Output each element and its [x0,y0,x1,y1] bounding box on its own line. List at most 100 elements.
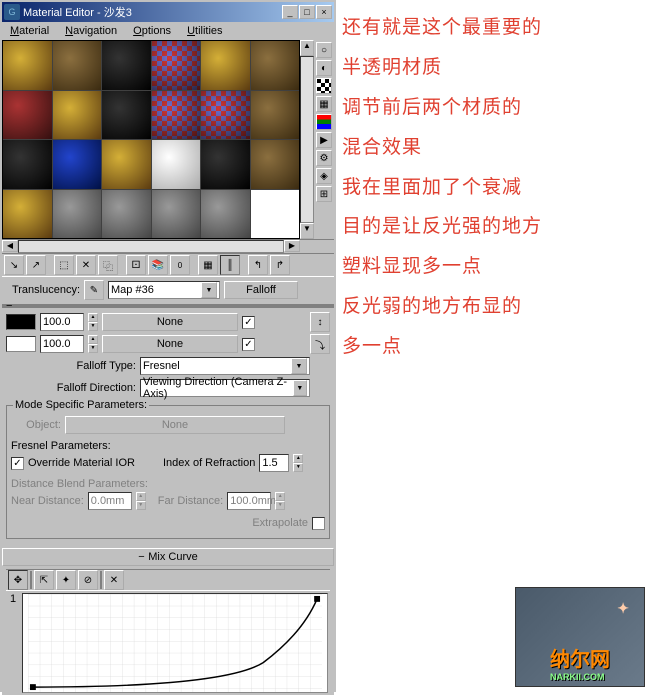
put-to-library-button[interactable]: 📚 [148,255,168,275]
sample-slot[interactable] [102,41,151,90]
menu-options[interactable]: Options [125,23,179,39]
spinner-arrows[interactable]: ▲▼ [88,335,98,353]
falloff-direction-dropdown[interactable]: Viewing Direction (Camera Z-Axis) [140,379,310,397]
ior-spinner[interactable]: 1.5 [259,454,289,472]
menu-material[interactable]: Material [2,23,57,39]
sample-slot[interactable] [53,91,102,140]
falloff-type-dropdown[interactable]: Fresnel [140,357,310,375]
minimize-button[interactable]: _ [282,5,298,19]
assign-to-selection-button[interactable]: ⬚ [54,255,74,275]
annotation-line: 塑料显现多一点 [342,247,644,287]
map-type-button[interactable]: Falloff [224,281,298,299]
sample-slot[interactable] [152,190,201,239]
color1-amount-spinner[interactable]: 100.0 [40,313,84,331]
material-id-button[interactable]: 0 [170,255,190,275]
material-editor-window: G Material Editor - 沙发3 _ □ × Material N… [0,0,336,692]
reset-button[interactable]: ✕ [76,255,96,275]
go-forward-button[interactable]: ↱ [270,255,290,275]
color1-swatch[interactable] [6,314,36,330]
sample-slot[interactable] [53,140,102,189]
get-material-button[interactable]: ↘ [4,255,24,275]
mix-curve-rollout[interactable]: Mix Curve [2,548,334,566]
sample-slot[interactable] [3,41,52,90]
spinner-arrows[interactable]: ▲▼ [88,313,98,331]
sample-scrollbar-horizontal[interactable]: ◀ ▶ [2,239,334,253]
mix-curve-graph[interactable] [22,593,328,693]
far-distance-spinner: 100.0mm [227,492,271,510]
close-button[interactable]: × [316,5,332,19]
annotation-line: 调节前后两个材质的 [342,88,644,128]
spinner-arrows[interactable]: ▲▼ [293,454,303,472]
title-bar[interactable]: G Material Editor - 沙发3 _ □ × [2,2,334,22]
put-to-scene-button[interactable]: ↗ [26,255,46,275]
sample-slot[interactable] [3,91,52,140]
sample-slots-area: ▲ ▼ ○ ◐ ▦ ▶ ⚙ ◈ ⊞ [2,40,334,239]
color2-amount-spinner[interactable]: 100.0 [40,335,84,353]
go-to-parent-button[interactable]: ↰ [248,255,268,275]
watermark-logo: 纳尔网 NARKII.COM [515,587,645,687]
color2-map-button[interactable]: None [102,335,238,353]
far-distance-label: Far Distance: [158,495,223,507]
main-toolbar: ↘ ↗ ⬚ ✕ ⿻ ⚀ 📚 0 ▦ ║ ↰ ↱ [2,253,334,277]
sample-uv-button[interactable]: ▦ [316,96,332,112]
sample-slot[interactable] [53,41,102,90]
sample-slot[interactable] [3,140,52,189]
sample-slot-selected[interactable] [251,190,300,239]
curve-y-axis-label: 1 [6,591,20,695]
show-end-result-button[interactable]: ║ [220,255,240,275]
annotation-line: 多一点 [342,327,644,367]
sample-slot[interactable] [102,190,151,239]
background-button[interactable] [316,78,332,94]
video-check-button[interactable] [316,114,332,130]
sample-slot[interactable] [251,140,300,189]
map-name-dropdown[interactable]: Map #36 [108,281,220,299]
ior-label: Index of Refraction [163,457,255,469]
sample-slot[interactable] [251,91,300,140]
curve-move-button[interactable]: ✥ [8,570,28,590]
sample-slot[interactable] [201,91,250,140]
near-distance-label: Near Distance: [11,495,84,507]
sample-slot[interactable] [201,190,250,239]
swap-colors-button[interactable]: ↕ [310,312,330,332]
show-in-viewport-button[interactable]: ▦ [198,255,218,275]
color1-map-button[interactable]: None [102,313,238,331]
curve-reset-button[interactable]: ✕ [104,570,124,590]
color1-enable-checkbox[interactable]: ✓ [242,316,255,329]
maximize-button[interactable]: □ [299,5,315,19]
make-preview-button[interactable]: ▶ [316,132,332,148]
options-button[interactable]: ⚙ [316,150,332,166]
menu-navigation[interactable]: Navigation [57,23,125,39]
pick-map-button[interactable]: ✎ [84,280,104,300]
sample-slot[interactable] [53,190,102,239]
sample-slot[interactable] [152,140,201,189]
sample-slot[interactable] [251,41,300,90]
sample-slot[interactable] [201,140,250,189]
curve-add-point-button[interactable]: ✦ [56,570,76,590]
curve-icon-button[interactable]: ⤵ [310,334,330,354]
select-by-material-button[interactable]: ◈ [316,168,332,184]
color2-enable-checkbox[interactable]: ✓ [242,338,255,351]
sample-slot[interactable] [102,140,151,189]
app-icon: G [4,4,20,20]
curve-scale-button[interactable]: ⇱ [34,570,54,590]
make-copy-button[interactable]: ⿻ [98,255,118,275]
sample-slot[interactable] [152,91,201,140]
sample-slot[interactable] [201,41,250,90]
make-unique-button[interactable]: ⚀ [126,255,146,275]
sample-type-button[interactable]: ○ [316,42,332,58]
backlight-button[interactable]: ◐ [316,60,332,76]
sample-scrollbar-vertical[interactable]: ▲ ▼ [300,40,314,239]
mode-specific-group: Mode Specific Parameters: Object: None F… [6,405,330,539]
material-map-navigator-button[interactable]: ⊞ [316,186,332,202]
sample-slot[interactable] [152,41,201,90]
curve-delete-point-button[interactable]: ⊘ [78,570,98,590]
annotation-line: 我在里面加了个衰减 [342,168,644,208]
override-ior-checkbox[interactable]: ✓ [11,457,24,470]
annotation-line: 半透明材质 [342,48,644,88]
menu-utilities[interactable]: Utilities [179,23,230,39]
color2-swatch[interactable] [6,336,36,352]
falloff-direction-label: Falloff Direction: [6,382,136,394]
sample-slot[interactable] [102,91,151,140]
extrapolate-label: Extrapolate [252,517,308,529]
sample-slot[interactable] [3,190,52,239]
